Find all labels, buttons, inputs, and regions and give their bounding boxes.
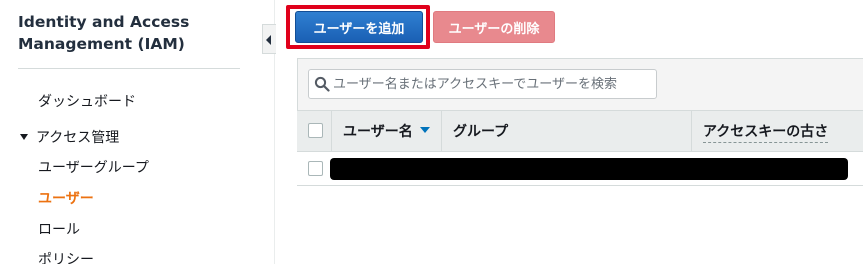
search-icon bbox=[314, 76, 330, 92]
sidebar-divider bbox=[18, 68, 240, 69]
iam-console: Identity and Access Management (IAM) ダッシ… bbox=[0, 0, 863, 264]
sidebar-section-access-management[interactable]: アクセス管理 bbox=[20, 127, 119, 147]
sidebar-item-user-groups[interactable]: ユーザーグループ bbox=[38, 157, 149, 177]
column-divider bbox=[691, 111, 692, 151]
sidebar-item-dashboard[interactable]: ダッシュボード bbox=[38, 91, 136, 111]
delete-user-button: ユーザーの削除 bbox=[433, 11, 555, 43]
collapse-icon[interactable] bbox=[262, 24, 276, 54]
add-user-button[interactable]: ユーザーを追加 bbox=[295, 11, 423, 43]
sidebar-section-label: アクセス管理 bbox=[36, 130, 120, 146]
sidebar-item-users[interactable]: ユーザー bbox=[38, 188, 94, 208]
sidebar-item-policies[interactable]: ポリシー bbox=[38, 249, 94, 264]
sidebar-item-roles[interactable]: ロール bbox=[38, 219, 80, 239]
sidebar-title[interactable]: Identity and Access Management (IAM) bbox=[18, 11, 238, 55]
table-header-row: ユーザー名 グループ アクセスキーの古さ bbox=[297, 110, 863, 152]
column-header-label: ユーザー名 bbox=[343, 124, 413, 140]
column-divider bbox=[441, 111, 442, 151]
expand-caret-icon bbox=[20, 134, 28, 140]
column-header-group[interactable]: グループ bbox=[453, 121, 508, 141]
redacted-row-content bbox=[330, 158, 848, 180]
search-box[interactable] bbox=[308, 69, 657, 99]
select-all-checkbox[interactable] bbox=[308, 123, 323, 138]
column-divider bbox=[331, 111, 332, 151]
search-input[interactable] bbox=[333, 70, 653, 98]
column-header-username[interactable]: ユーザー名 bbox=[343, 121, 430, 141]
row-checkbox[interactable] bbox=[308, 161, 323, 176]
column-header-access-key-age[interactable]: アクセスキーの古さ bbox=[703, 121, 829, 143]
sort-desc-icon bbox=[419, 127, 430, 133]
sidebar: Identity and Access Management (IAM) ダッシ… bbox=[0, 0, 262, 264]
